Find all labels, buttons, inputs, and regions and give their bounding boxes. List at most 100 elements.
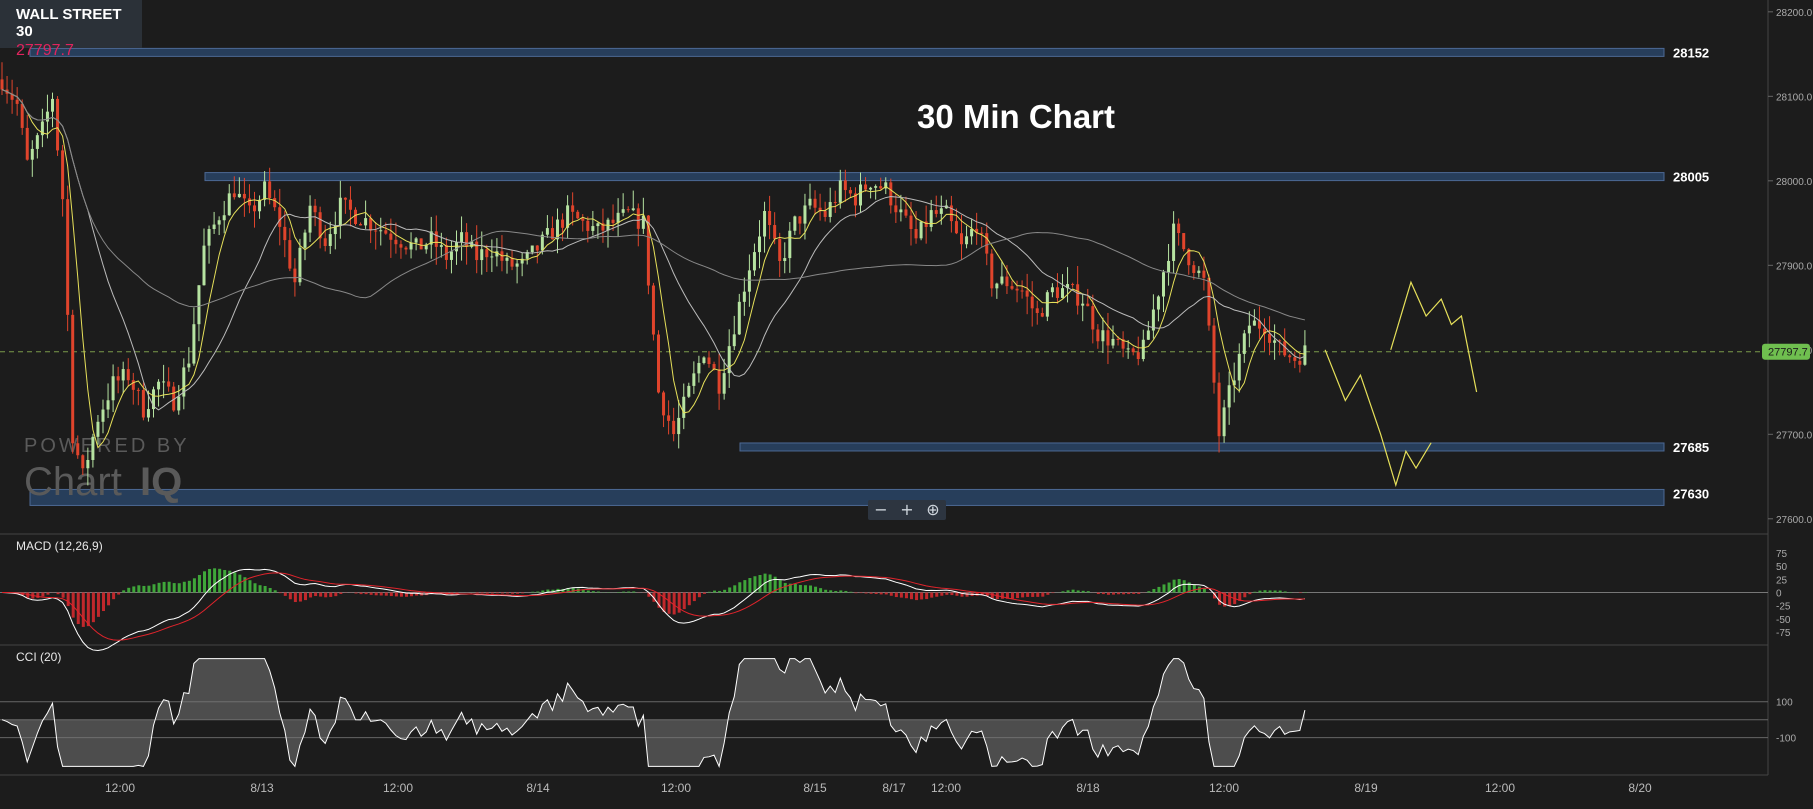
macd-histogram-bar	[511, 592, 515, 594]
macd-histogram-bar	[824, 589, 828, 593]
macd-histogram-bar	[1106, 592, 1110, 595]
candle-body	[939, 208, 943, 214]
candle-body	[460, 232, 464, 243]
y-tick-label: 27900.0	[1776, 261, 1813, 272]
macd-histogram-bar	[102, 592, 105, 612]
candle-body	[631, 208, 635, 211]
macd-histogram-bar	[1202, 588, 1206, 593]
candle-body	[924, 221, 928, 227]
macd-histogram-bar	[940, 592, 944, 596]
x-tick-label: 8/14	[526, 781, 550, 795]
macd-histogram-bar	[945, 592, 949, 595]
candle-body	[596, 223, 600, 227]
candle-body	[702, 357, 706, 363]
candle-body	[894, 205, 898, 213]
candle-body	[737, 301, 741, 335]
candle-body	[919, 221, 923, 239]
candle-body	[141, 390, 145, 418]
x-tick-label: 12:00	[105, 781, 135, 795]
instrument-price: 27797.7	[16, 42, 74, 59]
candle-body	[389, 233, 393, 240]
forecast-line	[1324, 349, 1432, 488]
macd-histogram-bar	[1147, 591, 1151, 593]
candle-body	[758, 236, 761, 253]
macd-histogram-bar	[36, 592, 40, 598]
macd-histogram-bar	[910, 592, 913, 600]
candle-body	[439, 245, 443, 247]
zoom-out-button[interactable]: −	[874, 502, 887, 518]
candle-body	[232, 193, 236, 198]
candle-body	[1298, 360, 1302, 365]
candle-body	[1252, 320, 1256, 326]
macd-histogram-bar	[107, 592, 111, 606]
candle-body	[1010, 286, 1014, 289]
macd-histogram-bar	[1051, 592, 1055, 594]
candle-body	[995, 283, 999, 289]
macd-histogram-bar	[687, 592, 691, 606]
candle-body	[359, 224, 363, 226]
macd-histogram-bar	[586, 590, 590, 593]
macd-histogram-bar	[304, 592, 307, 601]
macd-histogram-bar	[622, 591, 626, 593]
candle-body	[965, 236, 969, 245]
macd-histogram-bar	[743, 580, 747, 593]
macd-histogram-bar	[1192, 584, 1196, 593]
candle-body	[722, 373, 726, 394]
candle-body	[131, 380, 135, 390]
macd-histogram-bar	[990, 592, 994, 599]
zoom-reset-icon[interactable]: ⊕	[926, 502, 939, 518]
candle-body	[455, 242, 458, 252]
macd-histogram-bar	[480, 592, 484, 594]
macd-histogram-bar	[1081, 590, 1085, 593]
x-tick-label: 8/20	[1628, 781, 1652, 795]
chart-canvas[interactable]: 28200.028100.028000.027900.027800.027700…	[0, 0, 1813, 809]
candle-body	[202, 245, 206, 286]
candle-body	[934, 210, 938, 214]
macd-histogram-bar	[91, 592, 95, 623]
candle-body	[808, 198, 812, 206]
candle-body	[621, 209, 625, 213]
candle-body	[1015, 288, 1019, 291]
candle-body	[879, 186, 883, 189]
macd-histogram-bar	[1127, 592, 1131, 595]
macd-histogram-bar	[374, 592, 378, 596]
macd-histogram-bar	[137, 585, 141, 593]
macd-histogram-bar	[177, 583, 181, 593]
macd-histogram-bar	[1263, 590, 1267, 593]
macd-histogram-bar	[596, 591, 600, 593]
macd-histogram-bar	[157, 582, 161, 593]
macd-histogram-bar	[702, 592, 706, 594]
candle-body	[561, 219, 565, 228]
candle-body	[732, 334, 736, 347]
cci-tick-label: -100	[1776, 734, 1796, 745]
macd-histogram-bar	[1086, 591, 1090, 593]
candle-body	[1055, 287, 1059, 298]
candle-body	[318, 212, 322, 239]
candle-body	[1222, 407, 1226, 437]
candle-body	[813, 198, 817, 208]
zoom-in-button[interactable]: +	[900, 502, 913, 518]
candle-body	[303, 232, 307, 248]
candle-body	[591, 226, 595, 231]
macd-tick-label: 50	[1776, 562, 1788, 573]
macd-histogram-bar	[324, 592, 328, 598]
candle-body	[1268, 333, 1272, 343]
macd-histogram-bar	[61, 592, 65, 598]
candle-body	[667, 415, 671, 421]
macd-histogram-bar	[1031, 592, 1035, 597]
signal-line	[1, 572, 1305, 641]
macd-tick-label: -25	[1776, 602, 1791, 613]
candle-body	[116, 376, 120, 381]
macd-histogram-bar	[394, 592, 398, 597]
macd-histogram-bar	[915, 592, 919, 601]
candle-body	[328, 234, 332, 246]
macd-histogram-bar	[904, 592, 908, 599]
macd-histogram-bar	[839, 590, 843, 593]
macd-tick-label: 75	[1776, 549, 1788, 560]
macd-histogram-bar	[1278, 590, 1282, 593]
candle-body	[742, 291, 746, 302]
candle-body	[828, 202, 832, 217]
macd-histogram-bar	[132, 586, 136, 593]
candle-body	[626, 209, 630, 211]
macd-histogram-bar	[263, 586, 267, 593]
